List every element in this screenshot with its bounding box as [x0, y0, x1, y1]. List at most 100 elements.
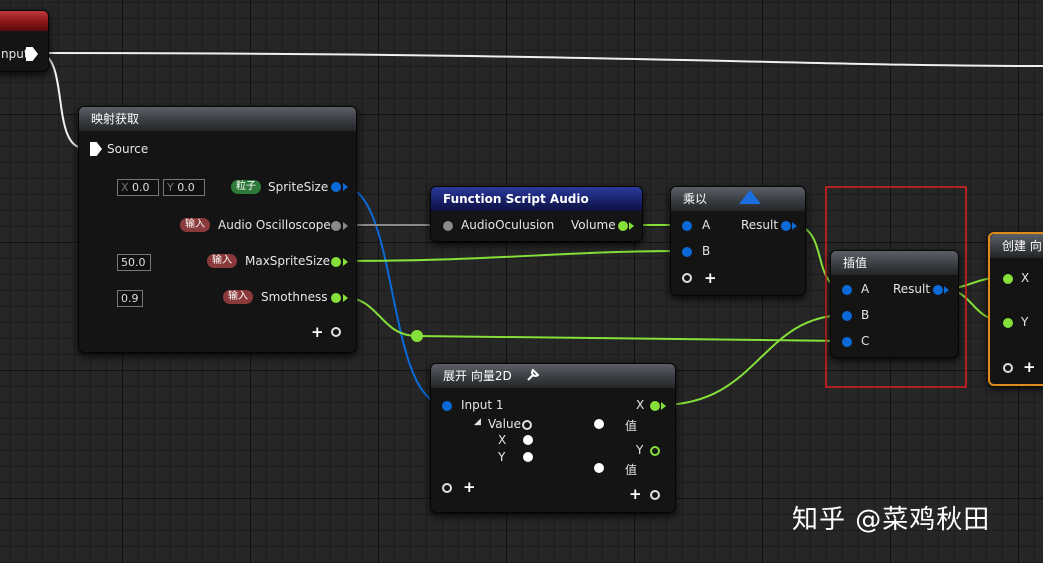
- x-field-label: X: [121, 181, 129, 194]
- function-script-audio-node[interactable]: Function Script Audio AudioOculusion Vol…: [430, 186, 643, 242]
- multiply-b-pin[interactable]: [682, 247, 692, 257]
- multiply-result-pin[interactable]: [781, 221, 791, 231]
- break-add-pin-right[interactable]: [650, 490, 660, 500]
- particle-badge: 粒子: [231, 180, 261, 194]
- x-field-value: 0.0: [132, 181, 150, 194]
- multiply-result-label: Result: [741, 218, 779, 232]
- multiply-result-arrow: [792, 222, 797, 230]
- value2-label: 值: [625, 463, 638, 477]
- internal-x-label: X: [498, 433, 507, 447]
- make-add-pin-circle[interactable]: [1003, 363, 1013, 373]
- internal-value1-pin[interactable]: [594, 419, 604, 429]
- lerp-node-title: 插值: [831, 251, 958, 275]
- maxsize-field[interactable]: 50.0: [117, 254, 151, 271]
- watermark: 知乎 @菜鸡秋田: [792, 505, 991, 535]
- smoothness-pin-arrow: [343, 294, 348, 302]
- wire-maxsize: [341, 250, 686, 262]
- spritesize-label: SpriteSize: [268, 180, 329, 194]
- map-node-title: 映射获取: [79, 107, 356, 131]
- smoothness-field[interactable]: 0.9: [117, 290, 143, 307]
- make-vector-title: 创建 向: [990, 234, 1043, 258]
- break-x-out-arrow: [661, 402, 666, 410]
- value-pin[interactable]: [522, 420, 532, 430]
- break-x-out-pin[interactable]: [650, 401, 660, 411]
- smoothness-input-badge: 输入: [223, 290, 253, 304]
- volume-pin-arrow: [629, 222, 634, 230]
- input-output-label: nput: [1, 47, 29, 61]
- map-get-node[interactable]: 映射获取 Source X 0.0 Y 0.0 粒子 SpriteSize 输入…: [78, 106, 357, 353]
- lerp-node[interactable]: 插值 A Result B C: [830, 250, 959, 358]
- audiooculusion-label: AudioOculusion: [461, 218, 555, 232]
- internal-y-pin[interactable]: [523, 452, 533, 462]
- wire-x-b: [659, 314, 847, 406]
- internal-y-label: Y: [498, 450, 506, 464]
- value1-label: 值: [625, 419, 638, 433]
- exec-wire: [37, 52, 1043, 67]
- volume-pin[interactable]: [618, 221, 628, 231]
- collapse-arrow-icon[interactable]: [739, 190, 761, 204]
- lerp-result-label: Result: [893, 282, 931, 296]
- break-vector-node[interactable]: 展开 向量2D Input 1 X ◢ Value 值 X Y Y 值 + +: [430, 363, 676, 513]
- multiply-a-pin[interactable]: [682, 221, 692, 231]
- break-input-pin[interactable]: [442, 401, 452, 411]
- source-exec-pin[interactable]: [90, 142, 102, 156]
- break-add-icon-left[interactable]: +: [463, 480, 476, 495]
- add-pin-icon[interactable]: +: [311, 325, 324, 340]
- multiply-add-pin-circle[interactable]: [682, 273, 692, 283]
- internal-value2-pin[interactable]: [594, 463, 604, 473]
- smothness-pin[interactable]: [331, 293, 341, 303]
- make-x-pin[interactable]: [1003, 274, 1013, 284]
- wrench-icon: [526, 368, 539, 381]
- audio-oscilloscope-label: Audio Oscilloscope: [218, 218, 331, 232]
- input-node-header: [0, 11, 48, 31]
- make-y-label: Y: [1021, 315, 1029, 329]
- break-node-header: 展开 向量2D: [431, 364, 675, 388]
- exec-output-pin[interactable]: [26, 47, 38, 61]
- lerp-a-pin[interactable]: [842, 285, 852, 295]
- break-add-pin-left[interactable]: [442, 483, 452, 493]
- lerp-result-pin[interactable]: [933, 285, 943, 295]
- y-field-value: 0.0: [177, 181, 195, 194]
- y-field-label: Y: [167, 181, 174, 194]
- lerp-result-arrow: [944, 286, 949, 294]
- input-node[interactable]: nput: [0, 10, 49, 72]
- break-y-out-pin[interactable]: [650, 446, 660, 456]
- spritesize-pin[interactable]: [331, 182, 341, 192]
- maxsize-input-badge: 输入: [207, 254, 237, 268]
- lerp-c-label: C: [861, 334, 870, 348]
- multiply-node[interactable]: 乘以 A Result B +: [670, 186, 806, 296]
- make-x-label: X: [1021, 271, 1030, 285]
- make-add-pin-icon[interactable]: +: [1023, 360, 1036, 375]
- multiply-add-pin-icon[interactable]: +: [704, 271, 717, 286]
- maxspritesize-label: MaxSpriteSize: [245, 254, 331, 268]
- internal-x-pin[interactable]: [523, 435, 533, 445]
- value-expander-icon[interactable]: ◢: [474, 417, 481, 427]
- break-input-label: Input 1: [461, 398, 504, 412]
- lerp-a-label: A: [861, 282, 870, 296]
- break-x-out-label: X: [636, 398, 645, 412]
- break-add-icon-right[interactable]: +: [629, 487, 642, 502]
- break-y-out-label: Y: [636, 443, 644, 457]
- value-label: Value: [488, 417, 521, 431]
- make-vector-node[interactable]: 创建 向 X Y +: [988, 232, 1043, 386]
- audio-oscilloscope-pin[interactable]: [331, 221, 341, 231]
- make-y-pin[interactable]: [1003, 318, 1013, 328]
- lerp-b-pin[interactable]: [842, 311, 852, 321]
- spritesize-pin-arrow: [343, 183, 348, 191]
- function-node-title: Function Script Audio: [431, 187, 642, 211]
- smothness-label: Smothness: [261, 290, 328, 304]
- audio-pin-arrow: [343, 222, 348, 230]
- multiply-b-label: B: [702, 244, 711, 258]
- audiooculusion-pin[interactable]: [443, 221, 453, 231]
- lerp-c-pin[interactable]: [842, 337, 852, 347]
- multiply-node-title: 乘以: [671, 187, 805, 211]
- maxsize-pin-arrow: [343, 258, 348, 266]
- reroute-knot: [411, 330, 423, 342]
- maxspritesize-pin[interactable]: [331, 257, 341, 267]
- y-field[interactable]: Y 0.0: [163, 179, 205, 196]
- source-label: Source: [107, 142, 149, 156]
- multiply-a-label: A: [702, 218, 711, 232]
- audio-input-badge: 输入: [180, 218, 210, 232]
- x-field[interactable]: X 0.0: [117, 179, 159, 196]
- add-pin-circle[interactable]: [331, 327, 341, 337]
